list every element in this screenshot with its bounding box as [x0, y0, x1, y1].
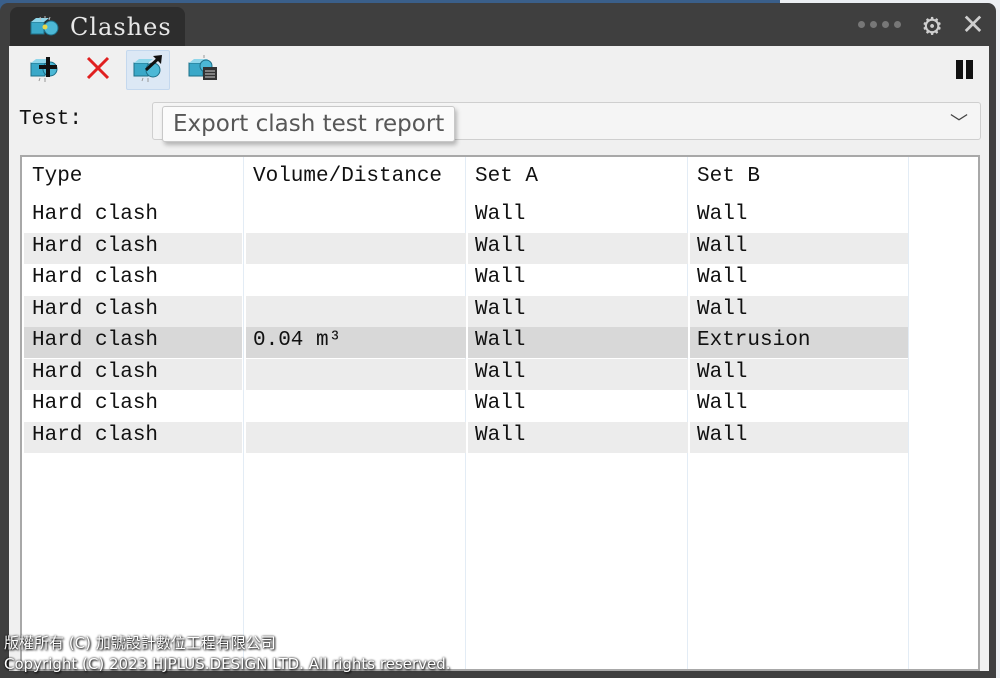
clashes-window: Clashes ⚙ ✕ Test: ﹀ Export clash test re…	[0, 3, 996, 678]
cell-set-b: Wall	[697, 234, 748, 258]
clash-spheres-icon	[28, 14, 62, 40]
export-clash-report-button[interactable]	[126, 50, 170, 90]
copyright-chinese: 版權所有 (C) 加號設計數位工程有限公司	[4, 634, 276, 652]
cell-set-a: Wall	[475, 297, 526, 321]
window-title: Clashes	[70, 12, 172, 41]
cell-set-b: Wall	[697, 203, 748, 226]
pause-icon[interactable]	[956, 60, 973, 79]
add-clash-test-button[interactable]	[23, 50, 67, 90]
table-row[interactable]: Hard clash 0.04 m³ Wall Extrusion	[24, 327, 908, 358]
delete-clash-test-button[interactable]	[76, 50, 120, 90]
cell-background	[246, 295, 466, 327]
column-header-set-b[interactable]: Set B	[697, 165, 760, 188]
add-clash-icon	[28, 53, 62, 87]
table-row[interactable]: Hard clash Wall Wall	[24, 358, 908, 390]
title-bar[interactable]: Clashes ⚙ ✕	[0, 3, 996, 46]
cell-set-b: Wall	[697, 297, 748, 321]
clash-results-table: Type Volume/Distance Set A Set B Hard cl…	[20, 155, 980, 671]
export-tooltip: Export clash test report	[162, 106, 456, 142]
test-label: Test:	[19, 108, 83, 131]
cell-background	[246, 421, 466, 453]
cell-type: Hard clash	[32, 203, 159, 226]
toolbar	[9, 46, 989, 94]
cell-background	[246, 390, 466, 421]
column-header-volume[interactable]: Volume/Distance	[253, 165, 442, 188]
cell-type: Hard clash	[32, 297, 159, 321]
column-header-set-a[interactable]: Set A	[475, 165, 538, 188]
cell-set-a: Wall	[475, 360, 526, 384]
cell-set-b: Extrusion	[697, 329, 811, 352]
cell-set-a: Wall	[475, 329, 526, 352]
cell-set-a: Wall	[475, 266, 526, 289]
cell-background	[246, 264, 466, 295]
cell-volume: 0.04 m³	[253, 329, 342, 352]
table-row[interactable]: Hard clash Wall Wall	[24, 264, 908, 295]
table-row[interactable]: Hard clash Wall Wall	[24, 232, 908, 264]
cell-type: Hard clash	[32, 329, 159, 352]
cell-background	[246, 358, 466, 390]
cell-type: Hard clash	[32, 392, 159, 415]
cell-type: Hard clash	[32, 360, 159, 384]
cell-set-b: Wall	[697, 360, 748, 384]
cell-background	[246, 232, 466, 264]
clash-report-list-button[interactable]	[181, 50, 225, 90]
cell-set-b: Wall	[697, 392, 748, 415]
column-header-type[interactable]: Type	[32, 165, 82, 188]
cell-set-b: Wall	[697, 266, 748, 289]
clashes-tab[interactable]: Clashes	[10, 7, 185, 46]
table-row[interactable]: Hard clash Wall Wall	[24, 390, 908, 421]
export-clash-icon	[131, 53, 165, 87]
table-row[interactable]: Hard clash Wall Wall	[24, 421, 908, 453]
table-header: Type Volume/Distance Set A Set B	[22, 157, 978, 201]
copyright-english: Copyright (C) 2023 HJPLUS.DESIGN LTD. Al…	[4, 655, 451, 673]
cell-type: Hard clash	[32, 266, 159, 289]
cell-set-b: Wall	[697, 423, 748, 447]
drag-grip-icon[interactable]	[858, 21, 901, 28]
table-row[interactable]: Hard clash Wall Wall	[24, 201, 908, 232]
close-icon[interactable]: ✕	[958, 9, 988, 41]
clashes-panel: Test: ﹀ Export clash test report Type Vo…	[9, 46, 989, 671]
chevron-down-icon[interactable]: ﹀	[950, 109, 968, 135]
column-divider	[908, 157, 909, 669]
cell-background	[246, 201, 466, 232]
gear-icon[interactable]: ⚙	[916, 10, 948, 42]
cell-type: Hard clash	[32, 234, 159, 258]
clash-report-icon	[186, 53, 220, 87]
cell-set-a: Wall	[475, 234, 526, 258]
table-row[interactable]: Hard clash Wall Wall	[24, 295, 908, 327]
cell-set-a: Wall	[475, 203, 526, 226]
delete-x-icon	[84, 54, 112, 86]
cell-set-a: Wall	[475, 423, 526, 447]
cell-type: Hard clash	[32, 423, 159, 447]
cell-set-a: Wall	[475, 392, 526, 415]
